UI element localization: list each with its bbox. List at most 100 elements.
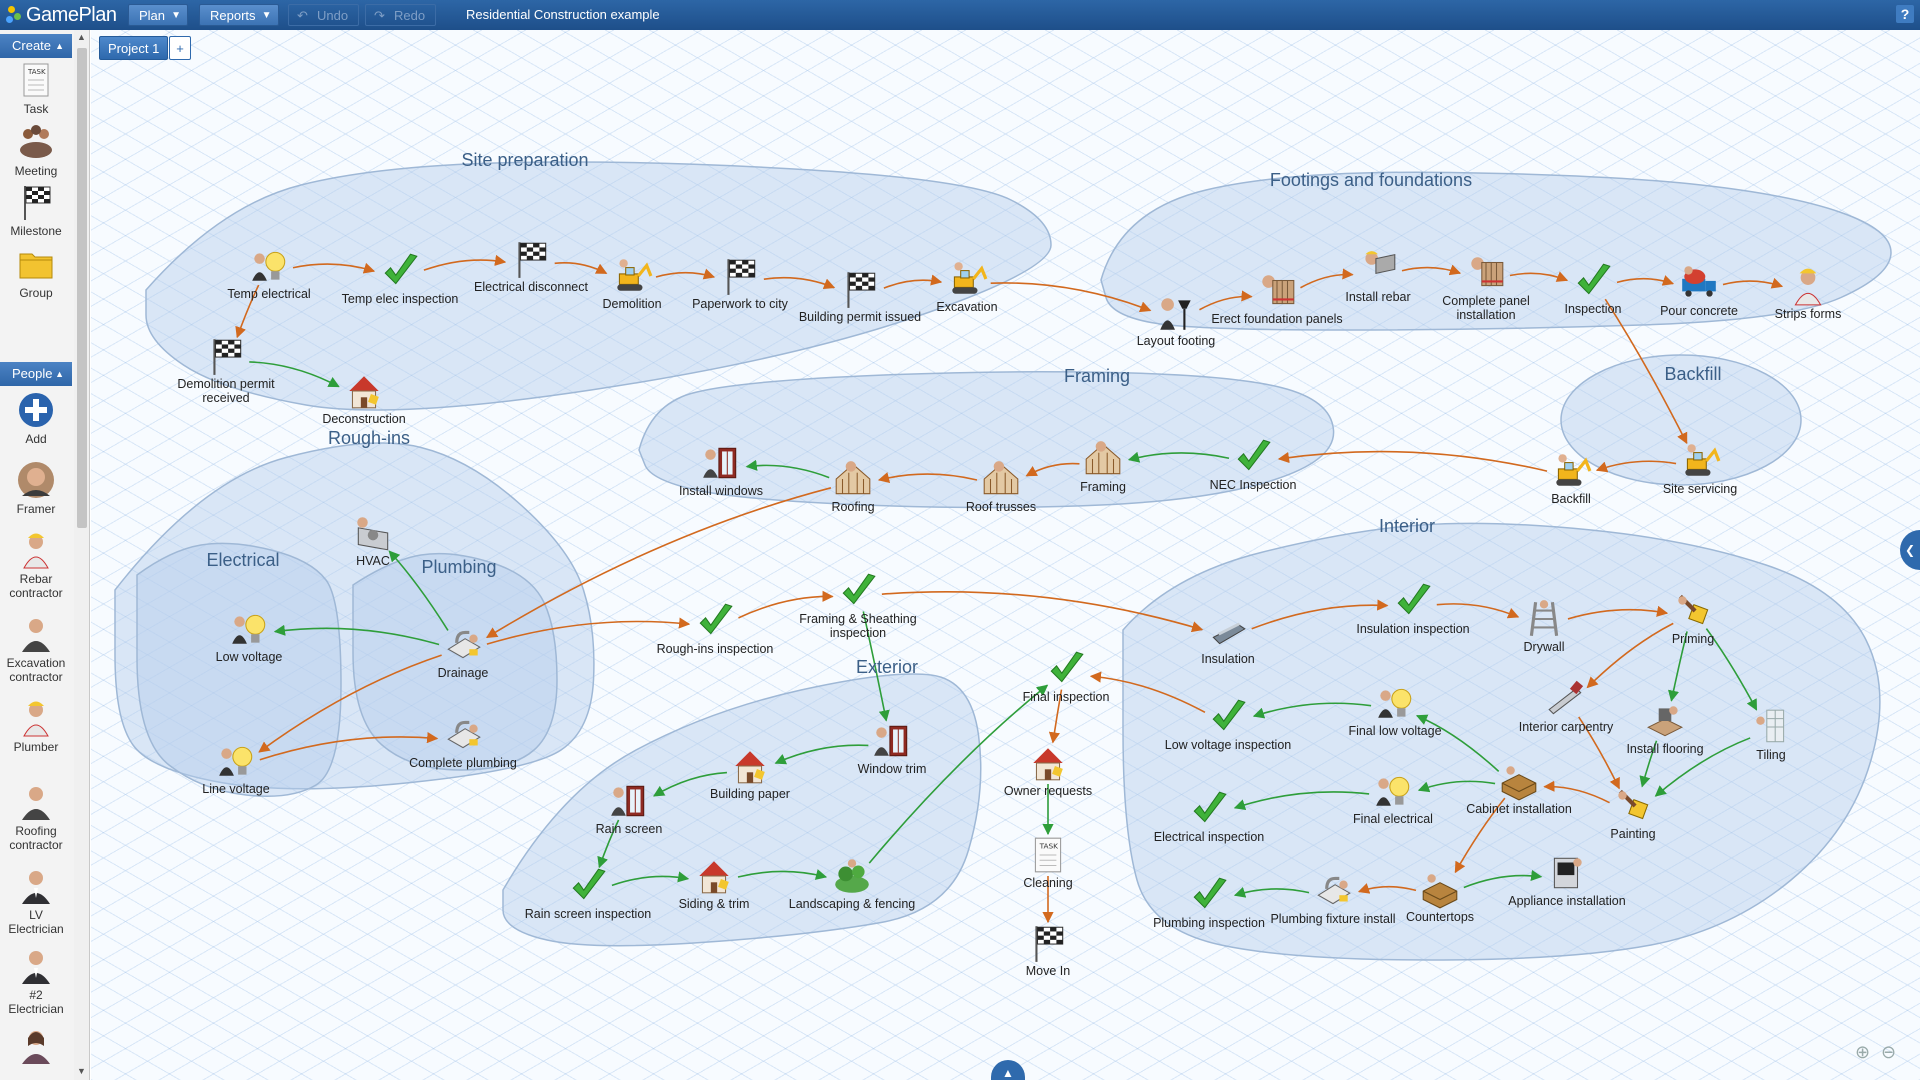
task-node-label: Move In — [1025, 964, 1071, 978]
create-item-meeting[interactable]: Meeting — [0, 122, 72, 178]
task-node-final-electrical[interactable]: Final electrical — [1323, 770, 1463, 826]
task-node-complete-plumbing[interactable]: Complete plumbing — [393, 714, 533, 770]
excavator-icon — [944, 258, 990, 300]
task-node-appliance-install[interactable]: Appliance installation — [1497, 852, 1637, 908]
task-node-temp-elec[interactable]: Temp electrical — [199, 245, 339, 301]
task-node-site-servicing[interactable]: Site servicing — [1630, 440, 1770, 496]
task-node-temp-elec-insp[interactable]: Temp elec inspection — [330, 250, 470, 306]
sidebar-scrollbar[interactable]: ▲ ▼ — [74, 30, 90, 1080]
house-icon — [691, 855, 737, 897]
excavator-icon — [609, 255, 655, 297]
task-node-low-voltage[interactable]: Low voltage — [179, 608, 319, 664]
people-item-2-electrician[interactable]: #2 Electrician — [0, 946, 72, 1016]
cabinet-icon — [1496, 760, 1542, 802]
task-node-label: Priming — [1671, 632, 1715, 646]
task-node-line-voltage[interactable]: Line voltage — [166, 740, 306, 796]
logo-dot-green — [14, 13, 21, 20]
task-node-excavation[interactable]: Excavation — [897, 258, 1037, 314]
people-item-lv-electrician[interactable]: LV Electrician — [0, 866, 72, 936]
task-node-building-paper[interactable]: Building paper — [680, 745, 820, 801]
task-node-demo-permit[interactable]: Demolition permit received — [156, 335, 296, 405]
task-node-tiling[interactable]: Tiling — [1701, 706, 1841, 762]
create-item-milestone[interactable]: Milestone — [0, 182, 72, 238]
group-label-backfill[interactable]: Backfill — [1664, 364, 1721, 385]
reports-menu-button[interactable]: Reports ▼ — [199, 4, 279, 26]
task-node-landscaping[interactable]: Landscaping & fencing — [782, 855, 922, 911]
task-node-rain-screen-insp[interactable]: Rain screen inspection — [518, 865, 658, 921]
task-node-electrical-insp[interactable]: Electrical inspection — [1139, 788, 1279, 844]
undo-button[interactable]: ↶ Undo — [288, 4, 360, 26]
scroll-up-icon[interactable]: ▲ — [77, 32, 86, 42]
task-node-countertops[interactable]: Countertops — [1370, 868, 1510, 924]
checkmark-icon — [692, 600, 738, 642]
group-label-exterior[interactable]: Exterior — [856, 657, 918, 678]
zoom-out-icon[interactable]: ⊖ — [1881, 1042, 1896, 1063]
plan-menu-button[interactable]: Plan ▼ — [128, 4, 189, 26]
task-node-label: Line voltage — [202, 782, 270, 796]
task-node-backfill[interactable]: Backfill — [1501, 450, 1641, 506]
help-button[interactable]: ? — [1896, 5, 1914, 23]
people-item-plumber[interactable]: Plumber — [0, 698, 72, 754]
redo-button[interactable]: ↷ Redo — [365, 4, 437, 26]
create-section-header[interactable]: Create ▲ — [0, 34, 72, 58]
task-node-insulation[interactable]: Insulation — [1158, 610, 1298, 666]
sidebar-scroll-thumb[interactable] — [77, 48, 87, 528]
cabinet-icon — [1417, 868, 1463, 910]
task-node-framing-sheathing[interactable]: Framing & Sheathing inspection — [788, 570, 928, 640]
people-item-roofing-contractor[interactable]: Roofing contractor — [0, 782, 72, 852]
task-node-label: Siding & trim — [678, 897, 750, 911]
task-node-nec-insp[interactable]: NEC Inspection — [1183, 436, 1323, 492]
people-section-header[interactable]: People ▲ — [0, 362, 72, 386]
excavator-icon — [1677, 440, 1723, 482]
task-node-roofing[interactable]: Roofing — [783, 458, 923, 514]
group-label-electrical[interactable]: Electrical — [206, 550, 279, 571]
task-node-label: Final inspection — [1022, 690, 1110, 704]
task-node-painting[interactable]: Painting — [1563, 785, 1703, 841]
task-node-drainage[interactable]: Drainage — [393, 624, 533, 680]
scroll-down-icon[interactable]: ▼ — [77, 1066, 86, 1076]
task-node-window-trim[interactable]: Window trim — [822, 720, 962, 776]
create-item-group[interactable]: Group — [0, 244, 72, 300]
task-node-final-low-voltage[interactable]: Final low voltage — [1325, 682, 1465, 738]
group-label-interior[interactable]: Interior — [1379, 516, 1435, 537]
task-node-hvac[interactable]: HVAC — [303, 512, 443, 568]
create-item-task[interactable]: TASK Task — [0, 60, 72, 116]
task-node-priming[interactable]: Priming — [1623, 590, 1763, 646]
app-logo[interactable]: GamePlan — [6, 3, 117, 27]
task-node-framing[interactable]: Framing — [1033, 438, 1173, 494]
task-node-install-windows[interactable]: Install windows — [651, 442, 791, 498]
plan-canvas[interactable]: Project 1 + Site preparation Footings and… — [91, 30, 1920, 1080]
people-item-person[interactable] — [0, 1026, 72, 1068]
task-node-strips-forms[interactable]: Strips forms — [1738, 265, 1878, 321]
undo-icon: ↶ — [297, 8, 308, 23]
add-person-icon — [16, 390, 56, 430]
task-node-label: Cleaning — [1023, 876, 1073, 890]
task-node-deconstruction[interactable]: Deconstruction — [294, 370, 434, 426]
group-label-site[interactable]: Site preparation — [461, 150, 588, 171]
task-node-label: Framing — [1080, 480, 1126, 494]
task-node-insulation-insp[interactable]: Insulation inspection — [1343, 580, 1483, 636]
task-node-owner-requests[interactable]: Owner requests — [978, 742, 1118, 798]
people-item-excavation-contractor[interactable]: Excavation contractor — [0, 614, 72, 684]
group-label-rough[interactable]: Rough-ins — [328, 428, 410, 449]
person-icon — [16, 614, 56, 654]
task-node-final-insp[interactable]: Final inspection — [996, 648, 1136, 704]
task-node-low-voltage-insp[interactable]: Low voltage inspection — [1158, 696, 1298, 752]
people-item-rebar-contractor[interactable]: Rebar contractor — [0, 530, 72, 600]
people-item-framer[interactable]: Framer — [0, 460, 72, 516]
task-node-plumbing-insp[interactable]: Plumbing inspection — [1139, 874, 1279, 930]
task-node-paperwork[interactable]: Paperwork to city — [670, 255, 810, 311]
electrician-bulb-icon — [226, 608, 272, 650]
task-node-move-in[interactable]: Move In — [978, 922, 1118, 978]
group-label-framing[interactable]: Framing — [1064, 366, 1130, 387]
task-node-rain-screen[interactable]: Rain screen — [559, 780, 699, 836]
people-item-add[interactable]: Add — [0, 390, 72, 446]
task-node-cleaning[interactable]: TASK Cleaning — [978, 834, 1118, 890]
task-node-siding-trim[interactable]: Siding & trim — [644, 855, 784, 911]
task-node-label: Strips forms — [1774, 307, 1842, 321]
zoom-in-icon[interactable]: ⊕ — [1855, 1042, 1870, 1063]
group-label-foot[interactable]: Footings and foundations — [1270, 170, 1472, 191]
collapse-up-icon: ▲ — [55, 369, 64, 379]
task-node-roughins-insp[interactable]: Rough-ins inspection — [645, 600, 785, 656]
task-node-drywall[interactable]: Drywall — [1474, 598, 1614, 654]
